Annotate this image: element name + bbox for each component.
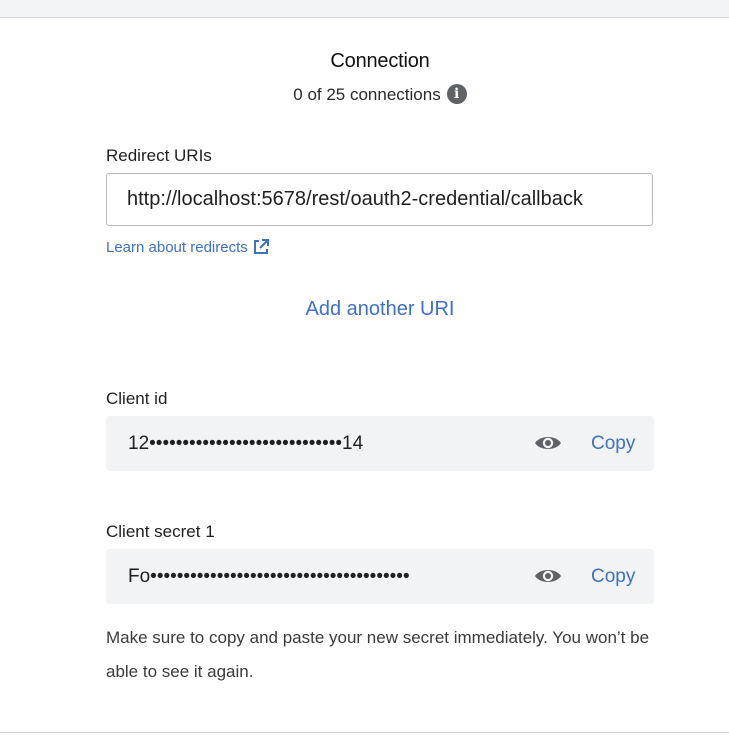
redirect-uris-label: Redirect URIs bbox=[106, 146, 212, 165]
add-another-uri-button[interactable]: Add another URI bbox=[0, 298, 729, 321]
bottom-divider bbox=[0, 732, 729, 733]
client-secret-label: Client secret 1 bbox=[106, 522, 215, 541]
connection-count-row: 0 of 25 connections i bbox=[0, 83, 729, 105]
client-secret-value: Fo••••••••••••••••••••••••••••••••••••••… bbox=[128, 566, 410, 587]
connection-panel: Connection 0 of 25 connections i Redirec… bbox=[0, 0, 729, 750]
eye-icon[interactable] bbox=[534, 564, 562, 588]
learn-link-label: Learn about redirects bbox=[106, 238, 248, 256]
eye-icon[interactable] bbox=[534, 431, 562, 455]
page-title: Connection bbox=[330, 50, 430, 72]
top-bar bbox=[0, 0, 729, 18]
copy-client-secret-button[interactable]: Copy bbox=[591, 549, 635, 604]
client-id-label: Client id bbox=[106, 389, 168, 408]
secret-notice: Make sure to copy and paste your new sec… bbox=[106, 628, 650, 681]
client-id-value: 12•••••••••••••••••••••••••••••14 bbox=[128, 433, 364, 454]
redirect-uri-input[interactable] bbox=[106, 173, 653, 226]
learn-about-redirects-link[interactable]: Learn about redirects bbox=[106, 238, 270, 256]
client-id-field: 12•••••••••••••••••••••••••••••14 Copy bbox=[106, 416, 654, 471]
info-icon[interactable]: i bbox=[446, 83, 467, 104]
client-secret-field: Fo••••••••••••••••••••••••••••••••••••••… bbox=[106, 549, 654, 604]
connection-count: 0 of 25 connections bbox=[293, 85, 441, 104]
copy-client-id-button[interactable]: Copy bbox=[591, 416, 635, 471]
external-link-icon bbox=[252, 238, 270, 256]
